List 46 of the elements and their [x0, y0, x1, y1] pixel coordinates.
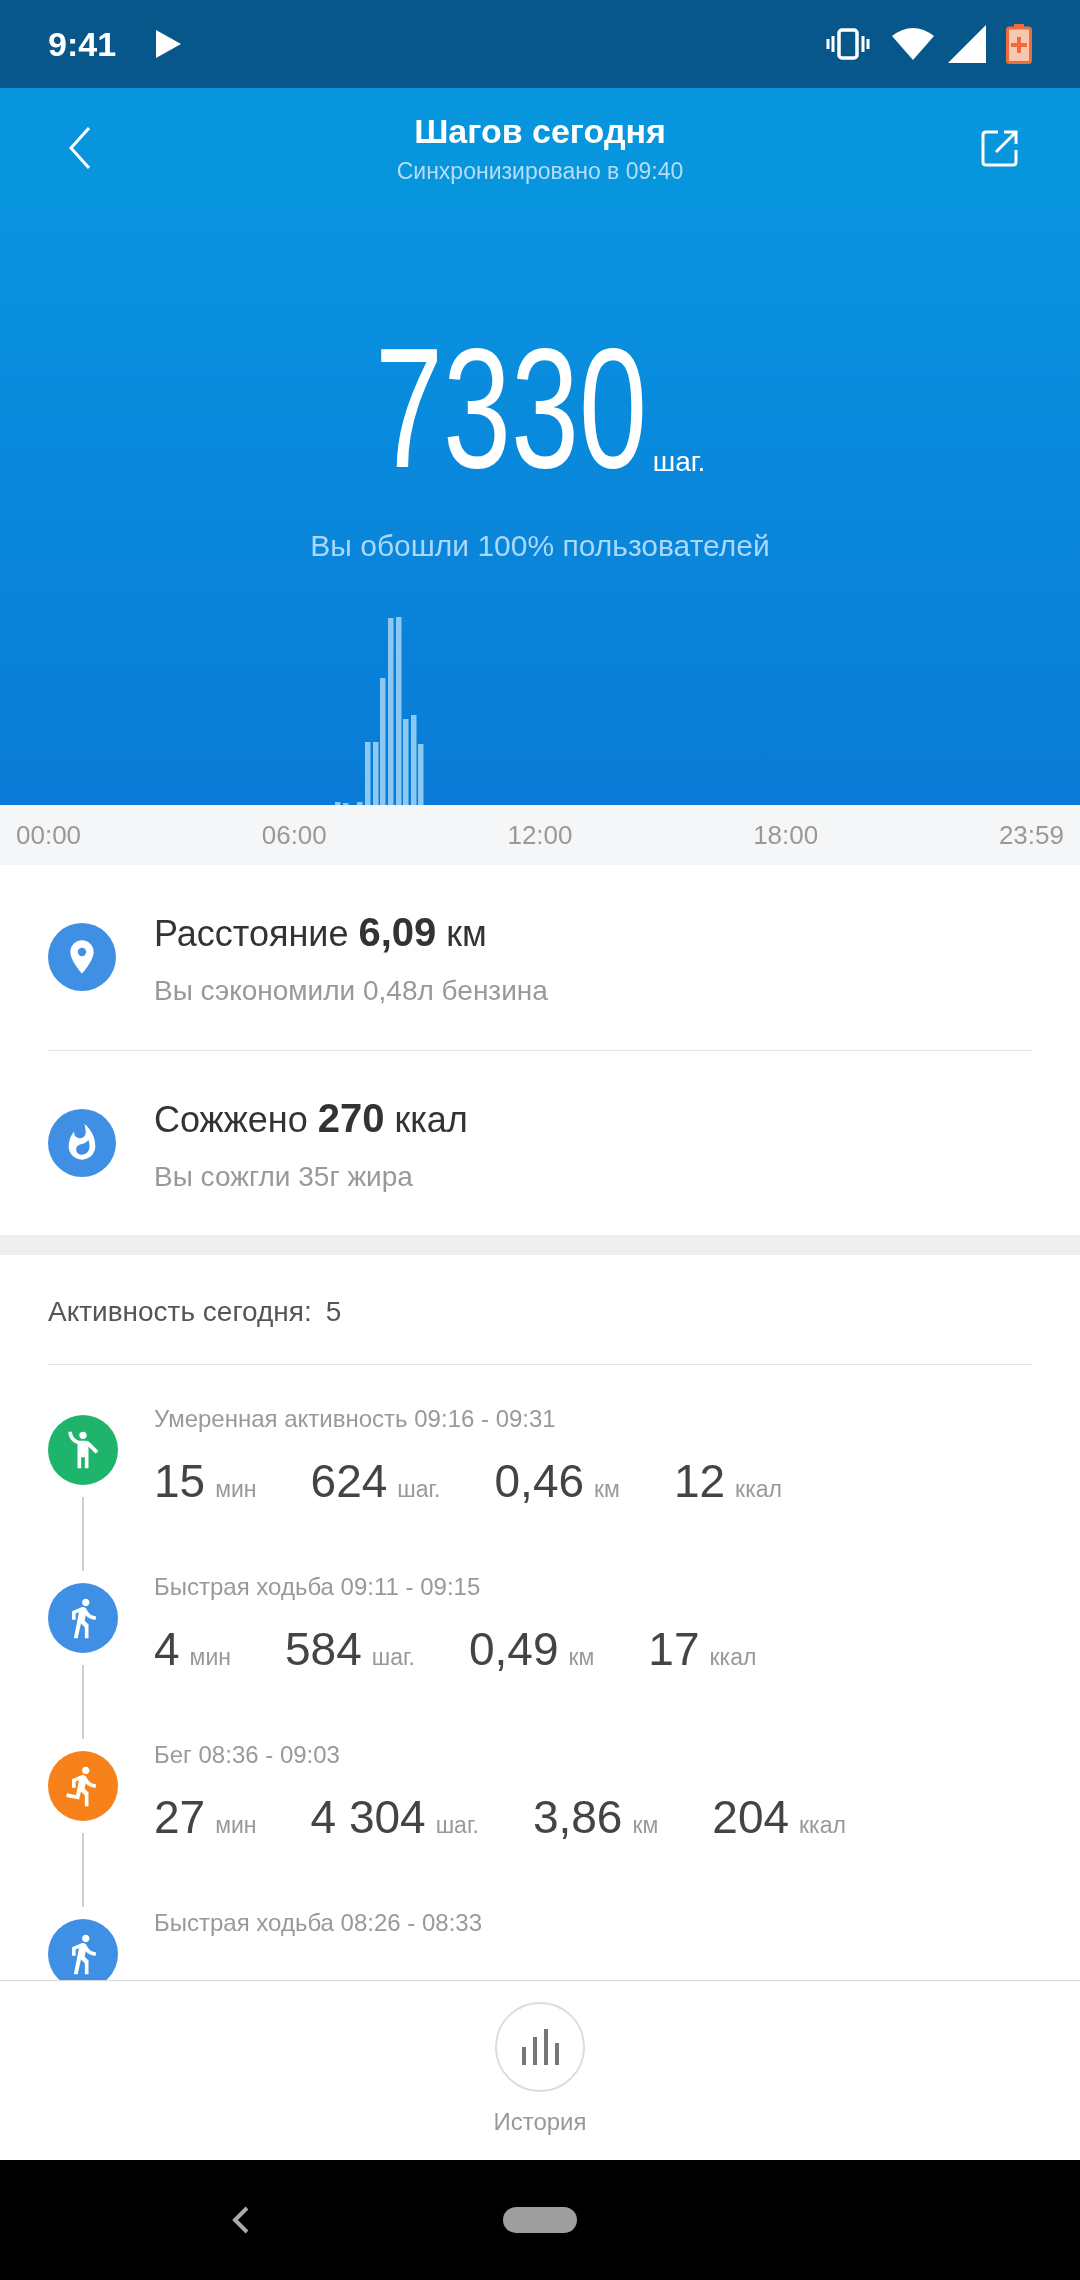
stat-unit: мин [215, 1811, 257, 1840]
activity-title: Умеренная активность 09:16 - 09:31 [154, 1404, 557, 1434]
time-axis-label: 18:00 [753, 818, 819, 852]
activity-title: Быстрая ходьба 09:11 - 09:15 [154, 1572, 482, 1602]
stat-unit: км [594, 1475, 620, 1504]
activity-title: Быстрая ходьба 08:26 - 08:33 [154, 1908, 483, 1938]
time-axis-label: 23:59 [998, 818, 1064, 852]
screen-title: Шагов сегодня [414, 111, 666, 153]
activity-count: 5 [325, 1294, 342, 1329]
stat-unit: км [568, 1643, 595, 1672]
stat-value: 12 [673, 1454, 726, 1509]
metric-text: Сожжено 270 ккал [154, 1094, 468, 1142]
metric-note: Вы сэкономили 0,48л бензина [154, 974, 548, 1009]
stat-value: 27 [154, 1790, 206, 1845]
activity-label: Активность сегодня: [48, 1294, 312, 1329]
stat-unit: ккал [799, 1811, 846, 1840]
stat-value: 3,86 [532, 1790, 623, 1845]
stat-value: 624 [310, 1454, 388, 1509]
step-unit: шаг. [652, 445, 706, 479]
time-axis-label: 00:00 [16, 818, 82, 852]
sync-status: Синхронизировано в 09:40 [396, 156, 684, 186]
stat-unit: шаг. [397, 1475, 441, 1504]
activity-title: Бег 08:36 - 09:03 [154, 1740, 341, 1770]
stat-unit: мин [189, 1643, 231, 1672]
stat-unit: км [632, 1811, 659, 1840]
stat-unit: шаг. [435, 1811, 479, 1840]
stat-value: 0,49 [468, 1622, 559, 1677]
stat-value: 17 [648, 1622, 700, 1677]
stat-value: 0,46 [494, 1454, 585, 1509]
stat-value: 4 304 [310, 1790, 426, 1845]
history-label: История [493, 2106, 587, 2137]
time-axis-label: 06:00 [261, 818, 327, 852]
stat-unit: шаг. [371, 1643, 415, 1672]
time-axis-label: 12:00 [507, 818, 573, 852]
stat-unit: ккал [735, 1475, 782, 1504]
stat-value: 4 [154, 1622, 180, 1677]
metric-note: Вы сожгли 35г жира [154, 1159, 414, 1194]
status-time: 9:41 [48, 23, 117, 65]
stat-value: 204 [712, 1790, 790, 1845]
comparison-text: Вы обошли 100% пользователей [310, 528, 770, 564]
step-count: 7330 [374, 323, 647, 493]
stat-unit: мин [215, 1475, 257, 1504]
stat-unit: ккал [709, 1643, 757, 1672]
stat-value: 15 [154, 1454, 206, 1509]
metric-text: Расстояние 6,09 км [154, 909, 488, 957]
stat-value: 584 [284, 1622, 362, 1677]
